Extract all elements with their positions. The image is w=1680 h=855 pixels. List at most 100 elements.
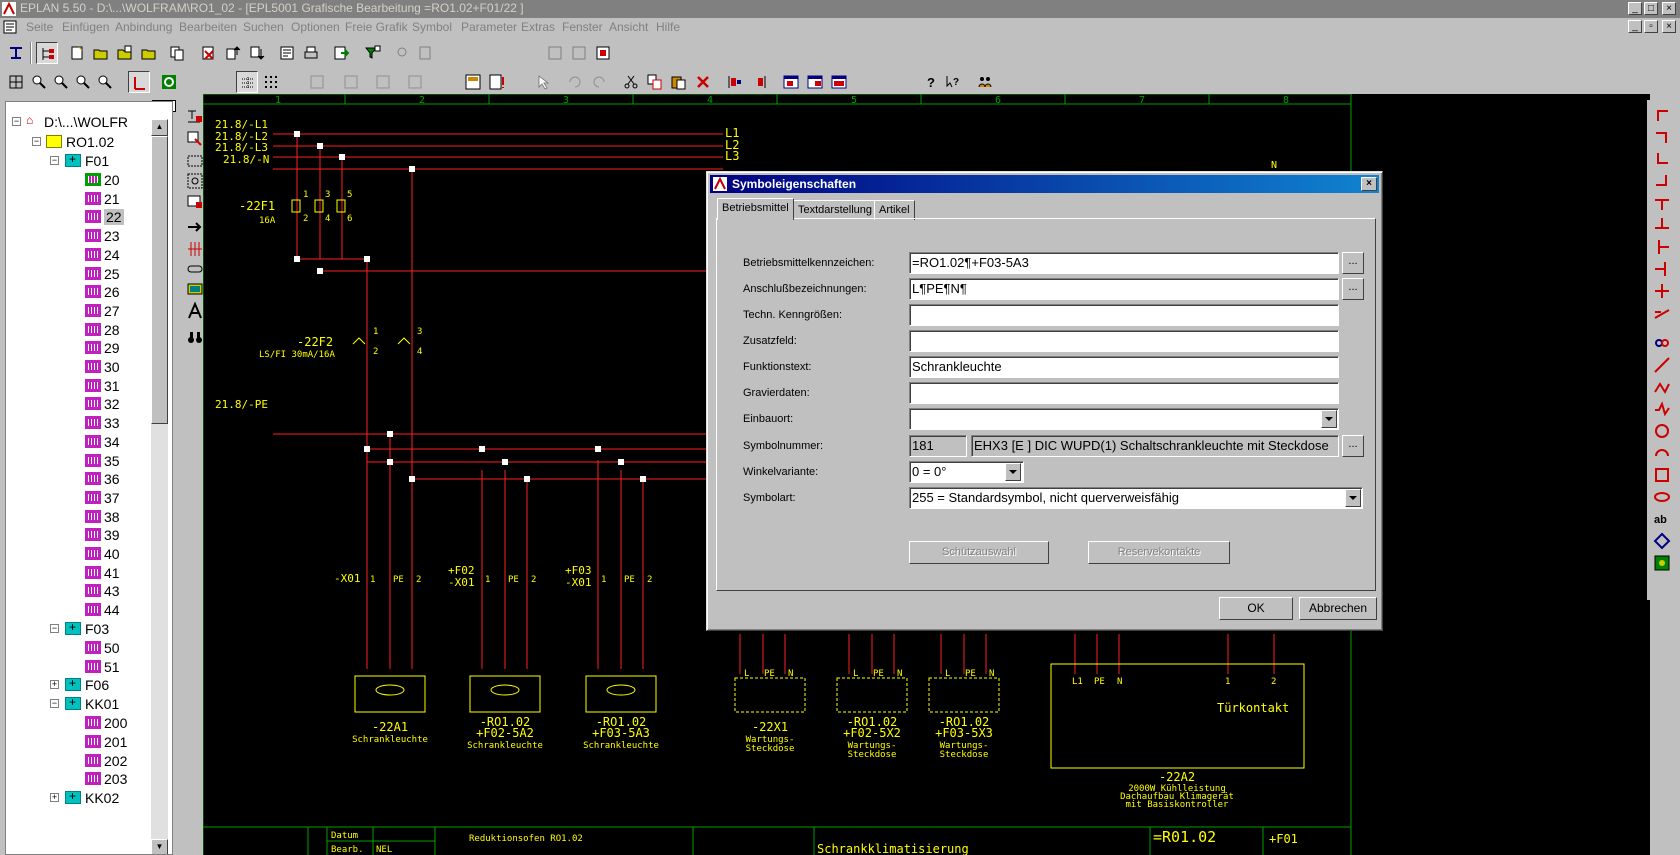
- corner-bl-icon[interactable]: [1653, 150, 1675, 170]
- funktion-input[interactable]: Schrankleuchte: [909, 356, 1339, 378]
- copy-icon[interactable]: [644, 71, 666, 93]
- ortho-icon[interactable]: [128, 71, 150, 93]
- text-ab-icon[interactable]: ab: [1653, 510, 1675, 530]
- tree-page[interactable]: 44: [8, 601, 158, 619]
- align-left-icon[interactable]: [724, 71, 746, 93]
- collapse-icon[interactable]: −: [50, 623, 59, 633]
- print-icon[interactable]: [300, 42, 322, 64]
- tree-page[interactable]: 201: [8, 733, 158, 751]
- document-menu-icon[interactable]: [3, 20, 17, 34]
- menu-parameter[interactable]: Parameter: [461, 20, 517, 34]
- tree-page[interactable]: 22: [8, 208, 158, 226]
- menu-hilfe[interactable]: Hilfe: [656, 20, 680, 34]
- tree-page[interactable]: 36: [8, 470, 158, 488]
- undo-icon[interactable]: [564, 71, 586, 93]
- zoom-window-icon[interactable]: [5, 71, 27, 93]
- corner-tl-icon[interactable]: [1653, 106, 1675, 126]
- zoom-all-icon[interactable]: [72, 71, 94, 93]
- new-page-icon[interactable]: [66, 42, 88, 64]
- pointer-icon[interactable]: [532, 71, 554, 93]
- scroll-thumb[interactable]: [151, 136, 168, 424]
- dialog-close-button[interactable]: ×: [1361, 177, 1377, 191]
- rectangle-icon[interactable]: [1653, 466, 1675, 486]
- scroll-down-button[interactable]: ▼: [151, 839, 168, 854]
- users-icon[interactable]: [974, 71, 996, 93]
- search-disabled-icon[interactable]: [392, 42, 414, 64]
- tree-page[interactable]: 37: [8, 489, 158, 507]
- scroll-up-button[interactable]: ▲: [151, 119, 168, 136]
- tab-betriebsmittel[interactable]: Betriebsmittel: [717, 198, 794, 220]
- menu-fenster[interactable]: Fenster: [562, 20, 603, 34]
- symbol-disabled-2-icon[interactable]: [340, 71, 362, 93]
- window-arrange-1-icon[interactable]: [780, 71, 802, 93]
- doc-restore-button[interactable]: ▫: [1644, 20, 1658, 33]
- menu-bearbeiten[interactable]: Bearbeiten: [179, 20, 237, 34]
- print-preview-icon[interactable]: [166, 42, 188, 64]
- tree-group[interactable]: − F03: [8, 620, 158, 638]
- zoom-in-icon[interactable]: [28, 71, 50, 93]
- tree-page[interactable]: 202: [8, 752, 158, 770]
- tree-group[interactable]: + KK02: [8, 789, 158, 807]
- anschluss-browse-button[interactable]: ...: [1342, 278, 1364, 300]
- menu-optionen[interactable]: Optionen: [291, 20, 340, 34]
- tree-page[interactable]: 25: [8, 265, 158, 283]
- tree-root[interactable]: − ⌂ D:\...\WOLFR: [8, 113, 158, 131]
- redraw-icon[interactable]: [158, 71, 180, 93]
- menu-einfuegen[interactable]: Einfügen: [62, 20, 109, 34]
- copy-page-icon[interactable]: [114, 42, 136, 64]
- symbolart-dropdown-icon[interactable]: [1345, 489, 1361, 507]
- menu-ansicht[interactable]: Ansicht: [609, 20, 648, 34]
- delete-page-icon[interactable]: [198, 42, 220, 64]
- symbol-browse-button[interactable]: ...: [1342, 435, 1364, 457]
- diagonal-icon[interactable]: [1653, 304, 1675, 324]
- einbauort-select[interactable]: [909, 408, 1339, 430]
- menu-symbol[interactable]: Symbol: [412, 20, 452, 34]
- tree-page[interactable]: 30: [8, 358, 158, 376]
- tree-page[interactable]: 27: [8, 302, 158, 320]
- collapse-icon[interactable]: −: [12, 117, 21, 126]
- tree-page[interactable]: 24: [8, 246, 158, 264]
- macro-insert-icon[interactable]: [592, 42, 614, 64]
- corner-tr-icon[interactable]: [1653, 128, 1675, 148]
- symbolart-select[interactable]: 255 = Standardsymbol, nicht querverweisf…: [909, 487, 1363, 509]
- redo-icon[interactable]: [588, 71, 610, 93]
- open-page-icon[interactable]: [90, 42, 112, 64]
- save-page-icon[interactable]: [138, 42, 160, 64]
- bmk-input[interactable]: =RO1.02¶+F03-5A3: [909, 252, 1339, 274]
- polyline2-icon[interactable]: [1653, 400, 1675, 420]
- context-help-icon[interactable]: ?: [942, 71, 964, 93]
- einbauort-dropdown-icon[interactable]: [1321, 410, 1337, 428]
- zusatz-input[interactable]: [909, 330, 1339, 352]
- menu-anbindung[interactable]: Anbindung: [115, 20, 172, 34]
- tee-right-icon[interactable]: [1653, 238, 1675, 258]
- project-icon[interactable]: [5, 42, 27, 64]
- tree-page[interactable]: 200: [8, 714, 158, 732]
- tree-page[interactable]: 31: [8, 377, 158, 395]
- tee-left-icon[interactable]: [1653, 260, 1675, 280]
- tree-page[interactable]: 35: [8, 452, 158, 470]
- tree-project[interactable]: − RO1.02: [8, 133, 158, 151]
- circle-icon[interactable]: [1653, 422, 1675, 442]
- tree-page[interactable]: 40: [8, 545, 158, 563]
- gravier-input[interactable]: [909, 382, 1339, 404]
- ellipse-icon[interactable]: [1653, 488, 1675, 508]
- collapse-icon[interactable]: −: [50, 156, 59, 165]
- expand-icon[interactable]: +: [50, 793, 59, 802]
- close-button[interactable]: ×: [1662, 2, 1676, 15]
- tree-page[interactable]: 33: [8, 414, 158, 432]
- tree-page[interactable]: 38: [8, 508, 158, 526]
- ok-button[interactable]: OK: [1219, 597, 1293, 620]
- tee-down-icon[interactable]: [1653, 194, 1675, 214]
- doc-minimize-button[interactable]: _: [1628, 20, 1642, 33]
- tree-group[interactable]: − F01: [8, 152, 158, 170]
- tree-page[interactable]: 20: [8, 171, 158, 189]
- tree-page[interactable]: 43: [8, 582, 158, 600]
- bmk-browse-button[interactable]: ...: [1342, 252, 1364, 274]
- tree-page[interactable]: 34: [8, 433, 158, 451]
- tree-page[interactable]: 50: [8, 639, 158, 657]
- macro2-disabled-icon[interactable]: [568, 42, 590, 64]
- help-icon[interactable]: ?: [920, 71, 942, 93]
- menu-freie-grafik[interactable]: Freie Grafik: [345, 20, 408, 34]
- window-arrange-3-icon[interactable]: [828, 71, 850, 93]
- collapse-icon[interactable]: −: [50, 699, 59, 709]
